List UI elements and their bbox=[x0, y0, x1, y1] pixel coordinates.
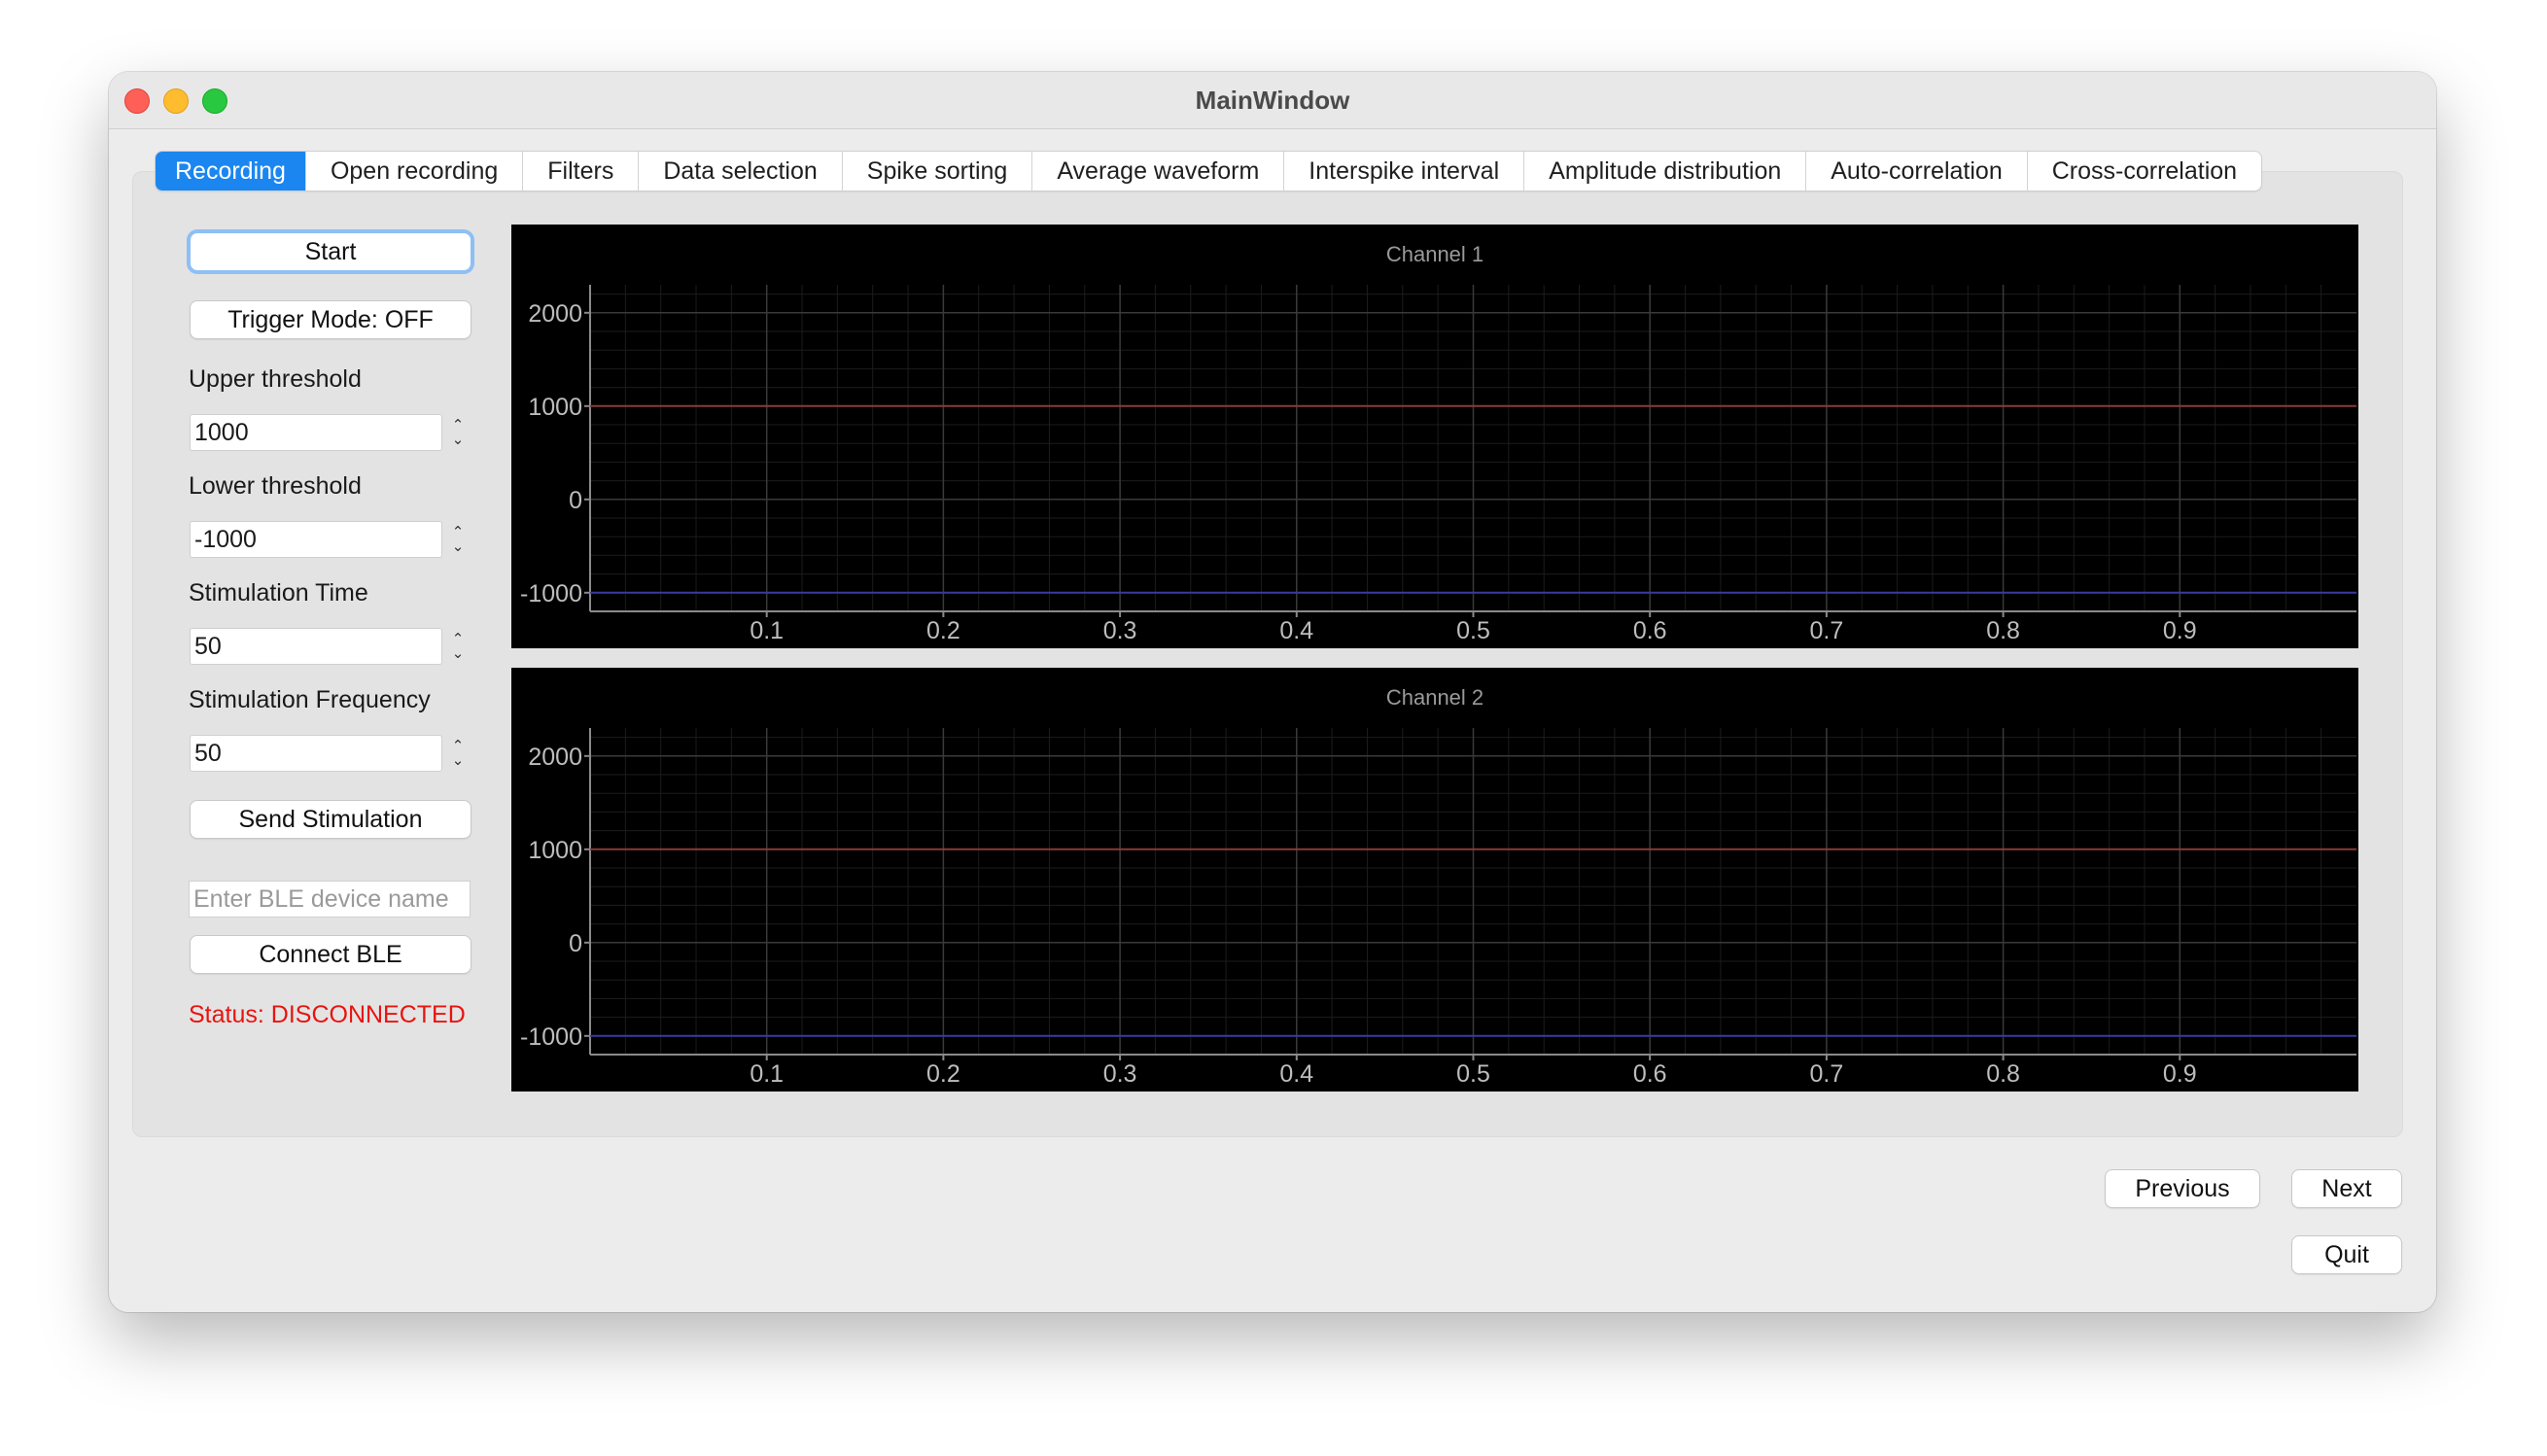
stimulation-frequency-spinbox[interactable]: 50 bbox=[190, 735, 442, 772]
x-tick-label: 0.3 bbox=[1103, 1060, 1137, 1088]
tab-spike-sorting[interactable]: Spike sorting bbox=[843, 152, 1033, 191]
previous-button[interactable]: Previous bbox=[2106, 1170, 2259, 1207]
x-tick-label: 0.1 bbox=[750, 1060, 784, 1088]
stimulation-frequency-stepper-icon[interactable]: ⌃ ⌄ bbox=[447, 735, 469, 772]
y-tick-label: 0 bbox=[569, 930, 582, 957]
x-tick-label: 0.5 bbox=[1456, 1060, 1490, 1088]
chart-title: Channel 2 bbox=[1386, 685, 1483, 710]
channel-2-chart: Channel 2 0.1 0.2 0.3 0.4 0.5 0.6 0.7 0.8 0.9 -100… bbox=[520, 685, 2356, 1088]
y-tick-label: 1000 bbox=[528, 837, 582, 864]
next-button[interactable]: Next bbox=[2292, 1170, 2401, 1207]
x-tick-label: 0.2 bbox=[926, 617, 960, 644]
stimulation-time-spinbox[interactable]: 50 bbox=[190, 628, 442, 665]
close-window-icon[interactable] bbox=[124, 88, 150, 114]
main-window: MainWindow Recording Open recording Filt… bbox=[109, 72, 2436, 1312]
stimulation-time-label: Stimulation Time bbox=[189, 579, 368, 607]
x-tick-label: 0.9 bbox=[2163, 617, 2197, 644]
x-tick-label: 0.2 bbox=[926, 1060, 960, 1088]
chart-title: Channel 1 bbox=[1386, 242, 1483, 266]
tab-data-selection[interactable]: Data selection bbox=[639, 152, 843, 191]
stimulation-time-stepper-icon[interactable]: ⌃ ⌄ bbox=[447, 628, 469, 665]
title-bar: MainWindow bbox=[109, 72, 2436, 129]
x-tick-label: 0.7 bbox=[1810, 1060, 1844, 1088]
x-tick-label: 0.1 bbox=[750, 617, 784, 644]
y-tick-label: -1000 bbox=[520, 1023, 582, 1051]
lower-threshold-label: Lower threshold bbox=[189, 472, 362, 500]
channel-1-chart: Channel 1 0.1 0.2 0.3 0.4 0.5 0.6 0.7 0.8 0.9 -100… bbox=[520, 242, 2356, 644]
x-tick-label: 0.6 bbox=[1633, 617, 1667, 644]
x-tick-label: 0.4 bbox=[1279, 1060, 1313, 1088]
lower-threshold-stepper-icon[interactable]: ⌃ ⌄ bbox=[447, 521, 469, 558]
zoom-window-icon[interactable] bbox=[202, 88, 227, 114]
channel-2-plot[interactable]: Channel 2 0.1 0.2 0.3 0.4 0.5 0.6 0.7 0.8 0.9 -100… bbox=[511, 668, 2358, 1092]
tab-average-waveform[interactable]: Average waveform bbox=[1032, 152, 1285, 191]
quit-button[interactable]: Quit bbox=[2292, 1236, 2401, 1273]
channel-1-plot[interactable]: Channel 1 0.1 0.2 0.3 0.4 0.5 0.6 0.7 0.8 0.9 -100… bbox=[511, 225, 2358, 648]
x-tick-label: 0.5 bbox=[1456, 617, 1490, 644]
window-title: MainWindow bbox=[1195, 85, 1350, 115]
x-tick-label: 0.3 bbox=[1103, 617, 1137, 644]
lower-threshold-spinbox[interactable]: -1000 bbox=[190, 521, 442, 558]
x-tick-label: 0.8 bbox=[1986, 617, 2020, 644]
tab-bar: Recording Open recording Filters Data se… bbox=[156, 152, 2262, 191]
stimulation-frequency-label: Stimulation Frequency bbox=[189, 686, 431, 713]
y-tick-label: 2000 bbox=[528, 300, 582, 328]
tab-filters[interactable]: Filters bbox=[523, 152, 640, 191]
tab-auto-correlation[interactable]: Auto-correlation bbox=[1806, 152, 2028, 191]
upper-threshold-label: Upper threshold bbox=[189, 365, 362, 393]
ble-device-name-input[interactable] bbox=[189, 881, 471, 918]
minimize-window-icon[interactable] bbox=[163, 88, 189, 114]
x-tick-label: 0.6 bbox=[1633, 1060, 1667, 1088]
y-tick-label: 1000 bbox=[528, 394, 582, 421]
upper-threshold-stepper-icon[interactable]: ⌃ ⌄ bbox=[447, 414, 469, 451]
trigger-mode-button[interactable]: Trigger Mode: OFF bbox=[191, 301, 471, 338]
tab-open-recording[interactable]: Open recording bbox=[306, 152, 524, 191]
y-tick-label: 2000 bbox=[528, 744, 582, 771]
x-tick-label: 0.4 bbox=[1279, 617, 1313, 644]
x-tick-label: 0.7 bbox=[1810, 617, 1844, 644]
start-button[interactable]: Start bbox=[191, 233, 471, 270]
tab-recording[interactable]: Recording bbox=[156, 152, 306, 191]
connect-ble-button[interactable]: Connect BLE bbox=[191, 936, 471, 973]
tab-interspike-interval[interactable]: Interspike interval bbox=[1284, 152, 1525, 191]
ble-status-text: Status: DISCONNECTED bbox=[189, 1001, 466, 1028]
x-tick-label: 0.9 bbox=[2163, 1060, 2197, 1088]
tab-amplitude-distribution[interactable]: Amplitude distribution bbox=[1524, 152, 1807, 191]
upper-threshold-spinbox[interactable]: 1000 bbox=[190, 414, 442, 451]
x-tick-label: 0.8 bbox=[1986, 1060, 2020, 1088]
y-tick-label: 0 bbox=[569, 487, 582, 514]
tab-cross-correlation[interactable]: Cross-correlation bbox=[2028, 152, 2261, 191]
y-tick-label: -1000 bbox=[520, 580, 582, 607]
send-stimulation-button[interactable]: Send Stimulation bbox=[191, 801, 471, 838]
